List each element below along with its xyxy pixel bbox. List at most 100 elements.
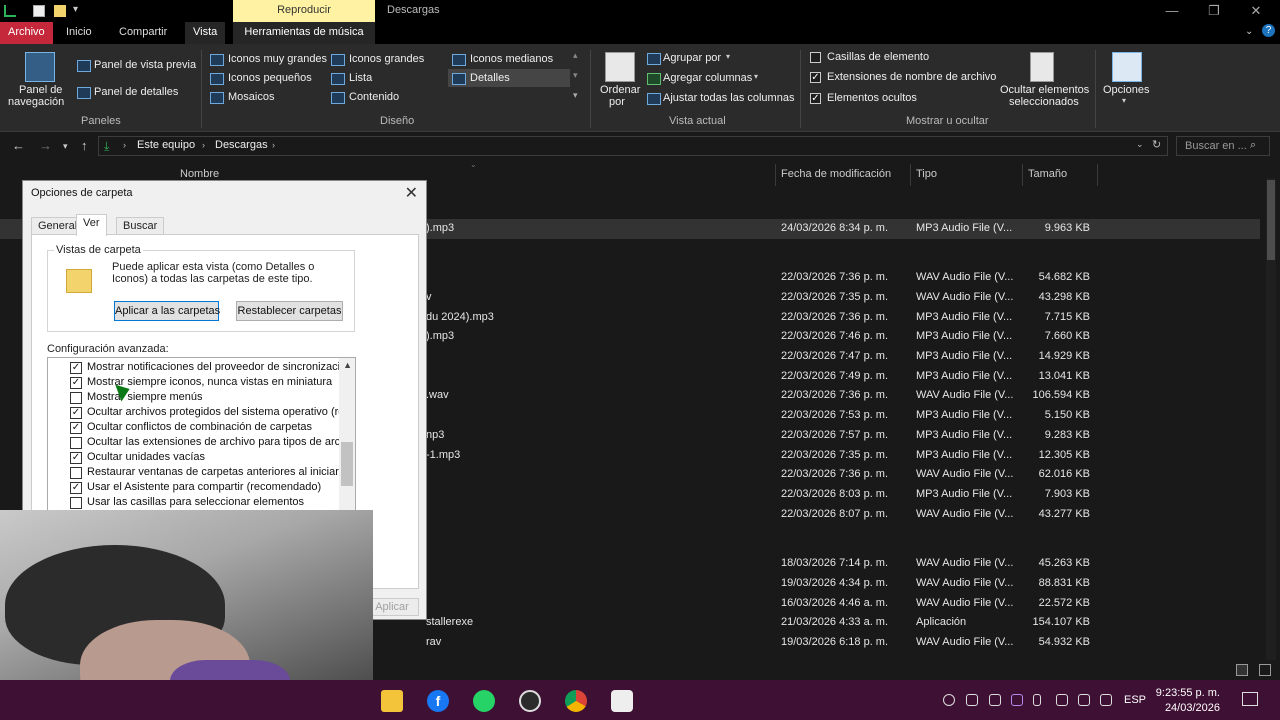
layout-scroll-down-icon[interactable]: ▾ (573, 70, 578, 81)
column-separator[interactable] (775, 164, 776, 186)
layout-large-icons[interactable]: Iconos grandes (349, 53, 424, 65)
layout-small-icons[interactable]: Iconos pequeños (228, 72, 312, 84)
tray-icon-1[interactable] (943, 694, 955, 706)
tab-file[interactable]: Archivo (0, 22, 53, 44)
advanced-setting-item[interactable]: ✓ Mostrar notificaciones del proveedor de… (48, 360, 340, 375)
column-separator[interactable] (910, 164, 911, 186)
advanced-setting-item[interactable]: Usar las casillas para seleccionar eleme… (48, 495, 340, 510)
tab-home[interactable]: Inicio (58, 22, 100, 44)
volume-icon[interactable] (1100, 694, 1112, 706)
dialog-tab-search[interactable]: Buscar (116, 217, 165, 235)
column-header-date[interactable]: Fecha de modificación (781, 168, 891, 180)
minimize-button[interactable]: — (1152, 2, 1192, 20)
breadcrumb-chevron-icon[interactable]: › (202, 140, 205, 150)
download-icon[interactable] (4, 5, 16, 17)
layout-content[interactable]: Contenido (349, 91, 399, 103)
tab-music-tools[interactable]: Herramientas de música (233, 22, 375, 44)
forward-arrow-icon[interactable]: → (39, 138, 52, 153)
advanced-setting-checkbox[interactable] (70, 467, 82, 479)
advanced-setting-checkbox[interactable] (70, 437, 82, 449)
layout-scroll-up-icon[interactable]: ▴ (573, 50, 578, 61)
layout-extra-large-icons[interactable]: Iconos muy grandes (228, 53, 327, 65)
hide-selected-label-2[interactable]: seleccionados (1009, 96, 1079, 108)
app-taskbar-icon[interactable] (611, 690, 633, 712)
breadcrumb-downloads[interactable]: Descargas (215, 139, 268, 151)
apply-button[interactable]: Aplicar (365, 598, 419, 616)
column-separator[interactable] (1022, 164, 1023, 186)
advanced-setting-checkbox[interactable]: ✓ (70, 452, 82, 464)
advanced-setting-checkbox[interactable]: ✓ (70, 377, 82, 389)
scroll-up-icon[interactable]: ▲ (343, 360, 352, 370)
layout-more-icon[interactable]: ▾ (573, 90, 578, 101)
breadcrumb-chevron-icon[interactable]: › (123, 140, 126, 150)
advanced-setting-item[interactable]: ✓ Usar el Asistente para compartir (recom… (48, 480, 340, 495)
navigation-pane-label-2[interactable]: navegación (8, 96, 64, 108)
language-indicator[interactable]: ESP (1124, 694, 1146, 706)
new-folder-icon[interactable] (54, 5, 66, 17)
advanced-setting-item[interactable]: ✓ Ocultar unidades vacías (48, 450, 340, 465)
maximize-button[interactable]: ❐ (1194, 2, 1234, 20)
apply-to-folders-button[interactable]: Aplicar a las carpetas (114, 301, 220, 321)
properties-icon[interactable] (33, 5, 45, 17)
options-dropdown-icon[interactable]: ▾ (1122, 96, 1126, 105)
up-arrow-icon[interactable]: ↑ (81, 138, 88, 153)
advanced-setting-item[interactable]: Mostrar siempre menús (48, 390, 340, 405)
tab-share[interactable]: Compartir (111, 22, 175, 44)
close-button[interactable]: ✕ (1236, 2, 1276, 20)
column-separator[interactable] (1097, 164, 1098, 186)
navigation-pane-label-1[interactable]: Panel de (19, 84, 62, 96)
layout-medium-icons[interactable]: Iconos medianos (470, 53, 553, 65)
advanced-setting-item[interactable]: ✓ Ocultar conflictos de combinación de ca… (48, 420, 340, 435)
chrome-taskbar-icon[interactable] (565, 690, 587, 712)
customize-toolbar-icon[interactable]: ▾ (73, 4, 78, 15)
microphone-icon[interactable] (1033, 694, 1041, 706)
breadcrumb-this-pc[interactable]: Este equipo (137, 139, 195, 151)
advanced-list-scrollbar[interactable]: ▲ (339, 358, 355, 510)
details-view-toggle-icon[interactable] (1236, 664, 1248, 676)
notifications-icon[interactable] (1242, 692, 1258, 706)
file-explorer-taskbar-icon[interactable] (381, 690, 403, 712)
large-icons-view-toggle-icon[interactable] (1259, 664, 1271, 676)
network-icon[interactable] (1078, 694, 1090, 706)
file-extensions-checkbox[interactable]: ✓ (810, 72, 821, 83)
add-columns-dropdown-icon[interactable]: ▾ (754, 72, 758, 81)
tray-icon-2[interactable] (966, 694, 978, 706)
hidden-items-checkbox[interactable]: ✓ (810, 93, 821, 104)
pen-icon[interactable] (1011, 694, 1023, 706)
sort-by-label-2[interactable]: por (609, 96, 625, 108)
address-dropdown-icon[interactable]: ⌄ (1136, 139, 1144, 150)
advanced-setting-checkbox[interactable] (70, 392, 82, 404)
whatsapp-taskbar-icon[interactable] (473, 690, 495, 712)
advanced-setting-checkbox[interactable]: ✓ (70, 482, 82, 494)
column-header-size[interactable]: Tamaño (1028, 168, 1067, 180)
usb-icon[interactable] (989, 694, 1001, 706)
tray-icon-3[interactable] (1056, 694, 1068, 706)
group-by-button[interactable]: Agrupar por (663, 52, 721, 64)
advanced-setting-item[interactable]: ✓ Ocultar archivos protegidos del sistema… (48, 405, 340, 420)
sort-by-label-1[interactable]: Ordenar (600, 84, 640, 96)
tab-view[interactable]: Vista (185, 22, 226, 44)
advanced-setting-checkbox[interactable]: ✓ (70, 422, 82, 434)
layout-list[interactable]: Lista (349, 72, 372, 84)
details-pane-button[interactable]: Panel de detalles (94, 86, 178, 98)
column-header-name[interactable]: Nombre (180, 168, 219, 180)
taskbar-clock[interactable]: 9:23:55 p. m. 24/03/2026 (1150, 686, 1220, 716)
advanced-setting-checkbox[interactable] (70, 497, 82, 509)
advanced-setting-checkbox[interactable]: ✓ (70, 407, 82, 419)
advanced-setting-item[interactable]: Restaurar ventanas de carpetas anteriore… (48, 465, 340, 480)
refresh-icon[interactable]: ↻ (1152, 138, 1161, 151)
obs-taskbar-icon[interactable] (519, 690, 541, 712)
fit-columns-button[interactable]: Ajustar todas las columnas (663, 92, 794, 104)
advanced-setting-item[interactable]: ✓ Mostrar siempre iconos, nunca vistas en… (48, 375, 340, 390)
column-header-type[interactable]: Tipo (916, 168, 937, 180)
dialog-close-icon[interactable]: ✕ (405, 183, 418, 203)
group-by-dropdown-icon[interactable]: ▾ (726, 52, 730, 61)
expand-ribbon-icon[interactable]: ⌄ (1245, 26, 1253, 37)
breadcrumb-chevron-icon[interactable]: › (272, 140, 275, 150)
advanced-list-scroll-thumb[interactable] (341, 442, 353, 486)
advanced-setting-item[interactable]: Ocultar las extensiones de archivo para … (48, 435, 340, 450)
advanced-setting-checkbox[interactable]: ✓ (70, 362, 82, 374)
dialog-tab-view[interactable]: Ver (76, 214, 107, 236)
reset-folders-button[interactable]: Restablecer carpetas (236, 301, 343, 321)
layout-details[interactable]: Detalles (470, 72, 510, 84)
